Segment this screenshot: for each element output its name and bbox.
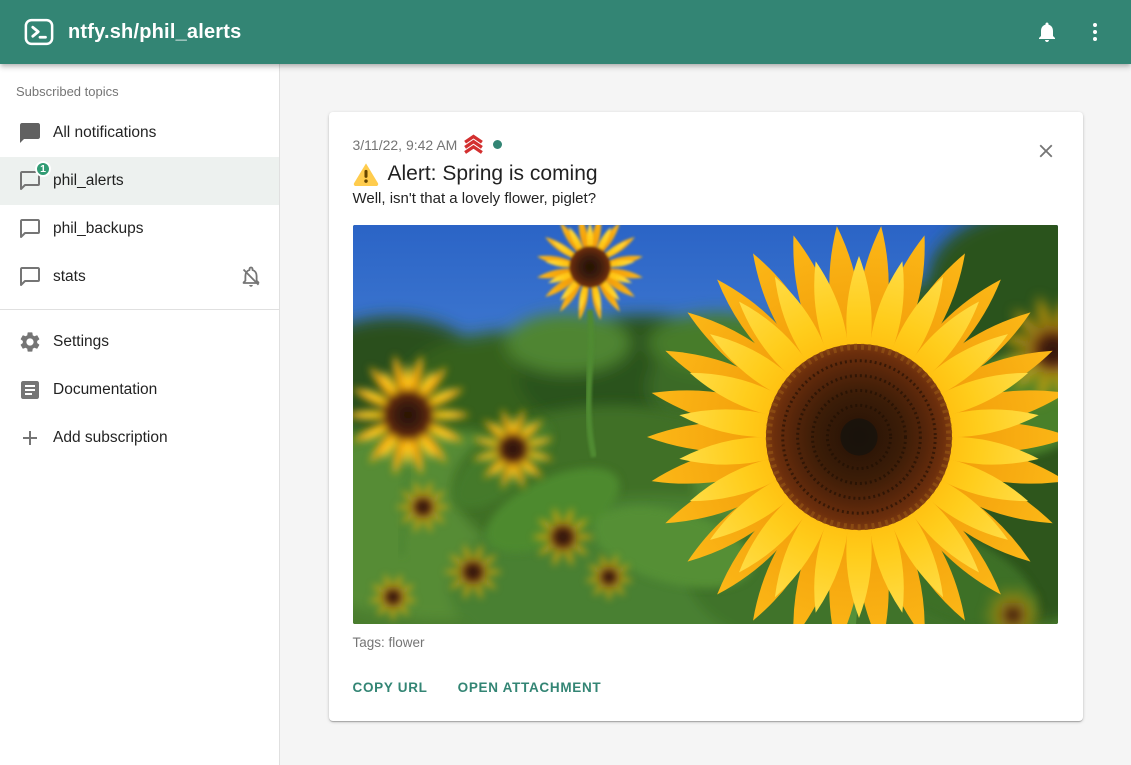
warning-emoji	[353, 162, 379, 186]
notification-body: Well, isn't that a lovely flower, piglet…	[353, 190, 1059, 207]
attachment-image[interactable]	[353, 225, 1058, 624]
terminal-icon	[24, 17, 54, 47]
close-notification-button[interactable]	[1031, 136, 1061, 169]
sidebar: Subscribed topics All notifications 1 ph…	[0, 64, 280, 765]
sidebar-item-label: Documentation	[53, 381, 263, 399]
gear-icon	[18, 330, 42, 354]
unread-count-badge: 1	[35, 161, 51, 177]
sidebar-item-documentation[interactable]: Documentation	[0, 366, 279, 414]
sidebar-item-phil-alerts[interactable]: 1 phil_alerts	[0, 157, 279, 205]
copy-url-button[interactable]: COPY URL	[353, 674, 428, 701]
sidebar-item-label: phil_alerts	[53, 172, 263, 190]
notification-meta: 3/11/22, 9:42 AM	[353, 134, 1059, 155]
kebab-menu-icon	[1083, 20, 1107, 44]
sidebar-item-settings[interactable]: Settings	[0, 318, 279, 366]
article-icon	[18, 378, 42, 402]
app-title: ntfy.sh/phil_alerts	[68, 21, 241, 44]
sunflower-photo	[353, 225, 1058, 624]
sidebar-item-label: phil_backups	[53, 220, 263, 238]
notification-title-text: Alert: Spring is coming	[388, 162, 598, 186]
bell-off-icon	[239, 265, 263, 289]
notification-timestamp: 3/11/22, 9:42 AM	[353, 137, 458, 153]
sidebar-item-add-subscription[interactable]: Add subscription	[0, 414, 279, 462]
sidebar-item-label: All notifications	[53, 124, 263, 142]
sidebar-item-label: Add subscription	[53, 429, 263, 447]
sidebar-item-label: stats	[53, 268, 239, 286]
chat-filled-icon	[18, 121, 42, 145]
plus-icon	[18, 426, 42, 450]
notification-actions: COPY URL OPEN ATTACHMENT	[353, 674, 1059, 701]
close-icon	[1035, 140, 1057, 162]
bell-icon	[1035, 20, 1059, 44]
sidebar-item-all-notifications[interactable]: All notifications	[0, 109, 279, 157]
overflow-menu-button[interactable]	[1073, 10, 1117, 54]
priority-high-icon	[462, 134, 485, 155]
chat-outline-icon	[18, 265, 42, 289]
subscribed-topics-subheader: Subscribed topics	[0, 72, 279, 109]
sidebar-divider	[0, 309, 279, 310]
notifications-button[interactable]	[1025, 10, 1069, 54]
app-logo[interactable]	[24, 17, 54, 47]
sidebar-item-stats[interactable]: stats	[0, 253, 279, 301]
sidebar-item-phil-backups[interactable]: phil_backups	[0, 205, 279, 253]
notification-card: 3/11/22, 9:42 AM Alert: Spring is coming…	[329, 112, 1083, 721]
sidebar-item-label: Settings	[53, 333, 263, 351]
chat-outline-icon: 1	[18, 169, 42, 193]
notification-title: Alert: Spring is coming	[353, 162, 1059, 186]
notification-tags: Tags: flower	[353, 635, 1059, 650]
open-attachment-button[interactable]: OPEN ATTACHMENT	[458, 674, 602, 701]
chat-outline-icon	[18, 217, 42, 241]
main-content: 3/11/22, 9:42 AM Alert: Spring is coming…	[280, 64, 1131, 765]
unread-dot-indicator	[493, 140, 502, 149]
app-bar: ntfy.sh/phil_alerts	[0, 0, 1131, 64]
